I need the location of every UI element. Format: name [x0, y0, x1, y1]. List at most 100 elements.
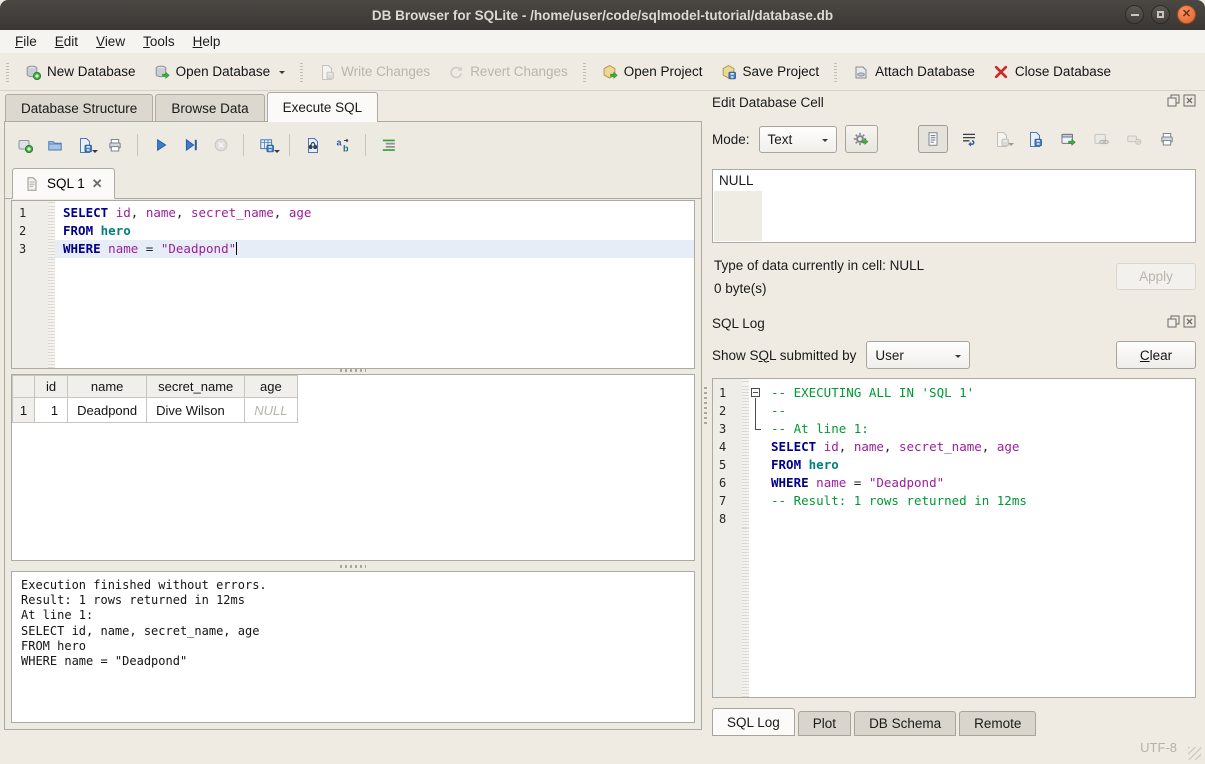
new-tab-icon[interactable] [11, 132, 38, 158]
sql-tab[interactable]: SQL 1 ✕ [12, 168, 115, 199]
stop-icon[interactable] [207, 132, 234, 158]
close-panel-icon[interactable] [1183, 315, 1196, 331]
menu-file[interactable]: File [6, 32, 46, 51]
editor-line[interactable]: 2FROM hero [12, 222, 694, 240]
column-header-secret-name[interactable]: secret_name [147, 376, 245, 398]
minimize-icon[interactable] [1125, 5, 1144, 24]
cell[interactable]: Deadpond [68, 398, 147, 423]
titlebar[interactable]: DB Browser for SQLite - /home/user/code/… [0, 0, 1205, 30]
sql-tab-bar: SQL 1 ✕ [5, 168, 701, 199]
text-mode-icon [925, 131, 941, 147]
maximize-icon[interactable] [1151, 5, 1170, 24]
results-grid: idnamesecret_nameage11DeadpondDive Wilso… [11, 374, 695, 561]
sql-log-view[interactable]: 1-- EXECUTING ALL IN 'SQL 1'2--3-- At li… [712, 378, 1196, 698]
menu-tools[interactable]: Tools [134, 32, 184, 51]
text-mode-icon[interactable] [918, 125, 948, 153]
print-cell-icon[interactable] [1155, 127, 1179, 151]
menu-help[interactable]: Help [184, 32, 230, 51]
toolbar-button-label: Revert Changes [470, 64, 568, 79]
external-app-icon[interactable] [1089, 127, 1113, 151]
apply-cell-icon[interactable] [1056, 127, 1080, 151]
log-line[interactable]: 6WHERE name = "Deadpond" [713, 474, 1195, 492]
find-replace-icon[interactable]: ab [329, 132, 356, 158]
export-file-icon[interactable] [1023, 127, 1047, 151]
close-icon[interactable] [1177, 5, 1196, 24]
cell-size-info: 0 byte(s) [714, 281, 767, 296]
apply-button[interactable]: Apply [1116, 263, 1196, 290]
cell[interactable]: 1 [35, 398, 68, 423]
set-null-icon[interactable] [1122, 127, 1146, 151]
collapse-box-icon[interactable] [751, 388, 760, 397]
tab-execute-sql[interactable]: Execute SQL [267, 92, 379, 122]
fold-margin [48, 222, 55, 240]
column-header-age[interactable]: age [245, 376, 297, 398]
submitted-by-select[interactable]: User [866, 341, 970, 369]
execution-message: Execution finished without errors. Resul… [11, 571, 695, 723]
toolbar-button-label: New Database [47, 64, 136, 79]
cell[interactable]: NULL [245, 398, 297, 423]
find-icon[interactable] [299, 132, 326, 158]
find-replace-icon: ab [335, 137, 351, 153]
close-database-button[interactable]: Close Database [984, 60, 1120, 84]
resize-grip-icon[interactable] [1188, 747, 1201, 760]
float-panel-icon[interactable] [1167, 94, 1180, 110]
print-icon[interactable] [101, 132, 128, 158]
execute-all-icon[interactable] [147, 132, 174, 158]
column-header-name[interactable]: name [68, 376, 147, 398]
cell-editor[interactable]: NULL [712, 169, 1196, 243]
menu-view[interactable]: View [87, 32, 134, 51]
attach-database-button[interactable]: Attach Database [844, 60, 984, 84]
open-sql-file-icon[interactable] [41, 132, 68, 158]
results-table: idnamesecret_nameage11DeadpondDive Wilso… [12, 375, 298, 423]
new-database-icon [25, 64, 41, 80]
editor-line[interactable]: 3WHERE name = "Deadpond" [12, 240, 694, 258]
row-header[interactable]: 1 [13, 398, 35, 423]
log-line[interactable]: 4SELECT id, name, secret_name, age [713, 438, 1195, 456]
mode-select[interactable]: Text [759, 126, 837, 153]
new-database-button[interactable]: New Database [16, 60, 145, 84]
float-panel-icon[interactable] [1167, 315, 1180, 331]
table-row: 11DeadpondDive WilsonNULL [13, 398, 298, 423]
fold-marker[interactable] [749, 384, 763, 402]
splitter-handle[interactable] [11, 562, 695, 570]
save-sql-file-icon[interactable] [71, 132, 98, 158]
close-panel-icon[interactable] [1183, 94, 1196, 110]
chevron-down-icon[interactable] [279, 71, 285, 77]
fold-spacer [749, 510, 763, 528]
open-sql-file-icon [47, 137, 63, 153]
log-line[interactable]: 7-- Result: 1 rows returned in 12ms [713, 492, 1195, 510]
tab-database-structure[interactable]: Database Structure [5, 94, 153, 122]
gear-apply-icon[interactable] [845, 125, 878, 153]
open-project-button[interactable]: Open Project [593, 60, 712, 84]
log-line[interactable]: 5FROM hero [713, 456, 1195, 474]
sql-editor[interactable]: 1SELECT id, name, secret_name, age2FROM … [11, 200, 695, 369]
close-database-icon [993, 64, 1009, 80]
window-controls [1125, 5, 1196, 24]
tab-browse-data[interactable]: Browse Data [155, 94, 264, 122]
save-project-button[interactable]: Save Project [712, 60, 829, 84]
close-tab-icon[interactable]: ✕ [92, 176, 103, 192]
column-header-id[interactable]: id [35, 376, 68, 398]
export-results-icon[interactable] [253, 132, 280, 158]
log-line[interactable]: 1-- EXECUTING ALL IN 'SQL 1' [713, 384, 1195, 402]
menu-edit[interactable]: Edit [46, 32, 87, 51]
log-line[interactable]: 2-- [713, 402, 1195, 420]
splitter-handle[interactable] [11, 368, 695, 373]
vertical-splitter-handle[interactable] [704, 386, 707, 424]
execute-line-icon [183, 137, 199, 153]
word-wrap-icon[interactable] [957, 127, 981, 151]
open-database-button[interactable]: Open Database [145, 60, 295, 84]
cell[interactable]: Dive Wilson [147, 398, 245, 423]
code-text: SELECT id, name, secret_name, age [55, 204, 311, 222]
clear-button[interactable]: Clear [1116, 341, 1196, 369]
corner-header[interactable] [13, 376, 35, 398]
write-changes-icon [319, 64, 335, 80]
write-changes-button[interactable]: Write Changes [310, 60, 439, 84]
revert-changes-button[interactable]: Revert Changes [439, 60, 577, 84]
editor-line[interactable]: 1SELECT id, name, secret_name, age [12, 204, 694, 222]
log-line[interactable]: 8 [713, 510, 1195, 528]
format-sql-icon[interactable] [375, 132, 402, 158]
import-file-icon[interactable] [990, 127, 1014, 151]
log-line[interactable]: 3-- At line 1: [713, 420, 1195, 438]
execute-line-icon[interactable] [177, 132, 204, 158]
